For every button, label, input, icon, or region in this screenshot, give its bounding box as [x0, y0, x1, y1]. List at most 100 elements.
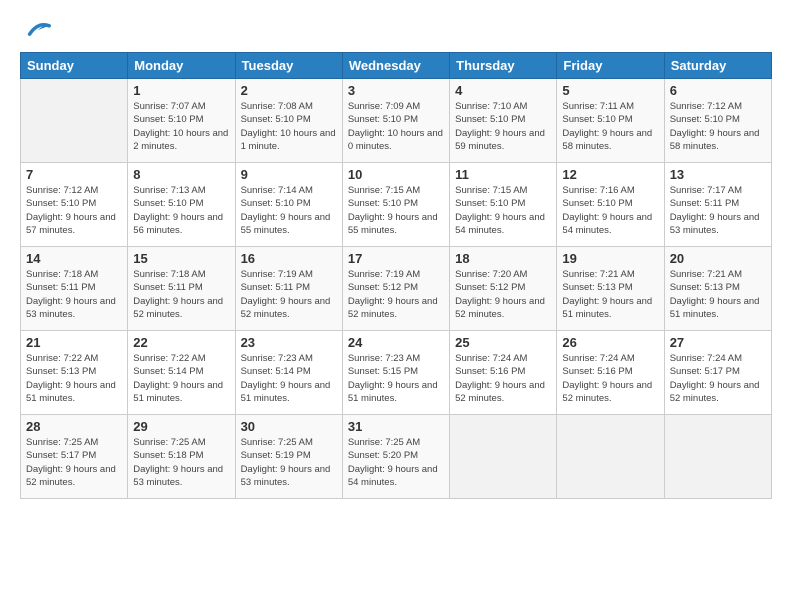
header-day-saturday: Saturday: [664, 53, 771, 79]
week-row-1: 7Sunrise: 7:12 AMSunset: 5:10 PMDaylight…: [21, 163, 772, 247]
day-number: 31: [348, 419, 444, 434]
day-number: 14: [26, 251, 122, 266]
calendar-cell: 18 Sunrise: 7:20 AMSunset: 5:12 PMDayligh…: [450, 247, 557, 331]
calendar-cell: [664, 415, 771, 499]
header-day-sunday: Sunday: [21, 53, 128, 79]
week-row-0: 1 Sunrise: 7:07 AMSunset: 5:10 PMDaylight…: [21, 79, 772, 163]
day-number: 25: [455, 335, 551, 350]
day-info: Sunrise: 7:19 AMSunset: 5:12 PMDaylight:…: [348, 268, 444, 321]
day-info: Sunrise: 7:09 AMSunset: 5:10 PMDaylight:…: [348, 100, 444, 153]
calendar-cell: 2 Sunrise: 7:08 AMSunset: 5:10 PMDaylight…: [235, 79, 342, 163]
calendar-cell: 31 Sunrise: 7:25 AMSunset: 5:20 PMDayligh…: [342, 415, 449, 499]
day-info: Sunrise: 7:19 AMSunset: 5:11 PMDaylight:…: [241, 268, 337, 321]
day-number: 10: [348, 167, 444, 182]
day-info: Sunrise: 7:25 AMSunset: 5:17 PMDaylight:…: [26, 436, 122, 489]
day-info: Sunrise: 7:25 AMSunset: 5:20 PMDaylight:…: [348, 436, 444, 489]
day-info: Sunrise: 7:25 AMSunset: 5:19 PMDaylight:…: [241, 436, 337, 489]
calendar-cell: 22 Sunrise: 7:22 AMSunset: 5:14 PMDayligh…: [128, 331, 235, 415]
calendar-cell: 6Sunrise: 7:12 AMSunset: 5:10 PMDaylight…: [664, 79, 771, 163]
header-day-wednesday: Wednesday: [342, 53, 449, 79]
day-info: Sunrise: 7:18 AMSunset: 5:11 PMDaylight:…: [133, 268, 229, 321]
header: [20, 16, 772, 44]
day-info: Sunrise: 7:20 AMSunset: 5:12 PMDaylight:…: [455, 268, 551, 321]
calendar-cell: 1 Sunrise: 7:07 AMSunset: 5:10 PMDaylight…: [128, 79, 235, 163]
calendar-cell: 25 Sunrise: 7:24 AMSunset: 5:16 PMDayligh…: [450, 331, 557, 415]
day-info: Sunrise: 7:24 AMSunset: 5:16 PMDaylight:…: [562, 352, 658, 405]
day-number: 29: [133, 419, 229, 434]
day-number: 3: [348, 83, 444, 98]
day-info: Sunrise: 7:11 AMSunset: 5:10 PMDaylight:…: [562, 100, 658, 153]
calendar-cell: 9 Sunrise: 7:14 AMSunset: 5:10 PMDaylight…: [235, 163, 342, 247]
day-info: Sunrise: 7:24 AMSunset: 5:17 PMDaylight:…: [670, 352, 766, 405]
header-day-friday: Friday: [557, 53, 664, 79]
day-info: Sunrise: 7:10 AMSunset: 5:10 PMDaylight:…: [455, 100, 551, 153]
day-number: 6: [670, 83, 766, 98]
calendar-cell: [21, 79, 128, 163]
day-number: 18: [455, 251, 551, 266]
logo-icon: [24, 16, 52, 44]
day-info: Sunrise: 7:14 AMSunset: 5:10 PMDaylight:…: [241, 184, 337, 237]
calendar-cell: 13 Sunrise: 7:17 AMSunset: 5:11 PMDayligh…: [664, 163, 771, 247]
calendar-cell: 10Sunrise: 7:15 AMSunset: 5:10 PMDayligh…: [342, 163, 449, 247]
day-number: 13: [670, 167, 766, 182]
day-number: 12: [562, 167, 658, 182]
calendar-cell: 8Sunrise: 7:13 AMSunset: 5:10 PMDaylight…: [128, 163, 235, 247]
day-number: 16: [241, 251, 337, 266]
day-number: 15: [133, 251, 229, 266]
day-info: Sunrise: 7:13 AMSunset: 5:10 PMDaylight:…: [133, 184, 229, 237]
calendar-cell: [450, 415, 557, 499]
calendar-cell: 12 Sunrise: 7:16 AMSunset: 5:10 PMDayligh…: [557, 163, 664, 247]
calendar-cell: 27 Sunrise: 7:24 AMSunset: 5:17 PMDayligh…: [664, 331, 771, 415]
week-row-3: 21Sunrise: 7:22 AMSunset: 5:13 PMDayligh…: [21, 331, 772, 415]
day-number: 11: [455, 167, 551, 182]
day-number: 17: [348, 251, 444, 266]
day-info: Sunrise: 7:23 AMSunset: 5:15 PMDaylight:…: [348, 352, 444, 405]
day-info: Sunrise: 7:15 AMSunset: 5:10 PMDaylight:…: [455, 184, 551, 237]
calendar-cell: 28 Sunrise: 7:25 AMSunset: 5:17 PMDayligh…: [21, 415, 128, 499]
calendar-cell: 3 Sunrise: 7:09 AMSunset: 5:10 PMDaylight…: [342, 79, 449, 163]
day-info: Sunrise: 7:24 AMSunset: 5:16 PMDaylight:…: [455, 352, 551, 405]
day-info: Sunrise: 7:18 AMSunset: 5:11 PMDaylight:…: [26, 268, 122, 321]
calendar-cell: 20 Sunrise: 7:21 AMSunset: 5:13 PMDayligh…: [664, 247, 771, 331]
header-day-monday: Monday: [128, 53, 235, 79]
calendar-body: 1 Sunrise: 7:07 AMSunset: 5:10 PMDaylight…: [21, 79, 772, 499]
day-info: Sunrise: 7:08 AMSunset: 5:10 PMDaylight:…: [241, 100, 337, 153]
header-row: SundayMondayTuesdayWednesdayThursdayFrid…: [21, 53, 772, 79]
header-day-thursday: Thursday: [450, 53, 557, 79]
calendar-cell: 17 Sunrise: 7:19 AMSunset: 5:12 PMDayligh…: [342, 247, 449, 331]
day-number: 9: [241, 167, 337, 182]
day-number: 28: [26, 419, 122, 434]
calendar-cell: 5Sunrise: 7:11 AMSunset: 5:10 PMDaylight…: [557, 79, 664, 163]
day-info: Sunrise: 7:22 AMSunset: 5:14 PMDaylight:…: [133, 352, 229, 405]
day-info: Sunrise: 7:23 AMSunset: 5:14 PMDaylight:…: [241, 352, 337, 405]
page: SundayMondayTuesdayWednesdayThursdayFrid…: [0, 0, 792, 612]
calendar-cell: 21Sunrise: 7:22 AMSunset: 5:13 PMDayligh…: [21, 331, 128, 415]
day-info: Sunrise: 7:12 AMSunset: 5:10 PMDaylight:…: [26, 184, 122, 237]
day-info: Sunrise: 7:21 AMSunset: 5:13 PMDaylight:…: [562, 268, 658, 321]
calendar-cell: 14 Sunrise: 7:18 AMSunset: 5:11 PMDayligh…: [21, 247, 128, 331]
calendar-cell: [557, 415, 664, 499]
day-number: 27: [670, 335, 766, 350]
calendar-cell: 30 Sunrise: 7:25 AMSunset: 5:19 PMDayligh…: [235, 415, 342, 499]
day-number: 2: [241, 83, 337, 98]
calendar-cell: 11 Sunrise: 7:15 AMSunset: 5:10 PMDayligh…: [450, 163, 557, 247]
day-info: Sunrise: 7:07 AMSunset: 5:10 PMDaylight:…: [133, 100, 229, 153]
calendar-table: SundayMondayTuesdayWednesdayThursdayFrid…: [20, 52, 772, 499]
day-number: 22: [133, 335, 229, 350]
day-number: 20: [670, 251, 766, 266]
week-row-2: 14 Sunrise: 7:18 AMSunset: 5:11 PMDayligh…: [21, 247, 772, 331]
day-info: Sunrise: 7:21 AMSunset: 5:13 PMDaylight:…: [670, 268, 766, 321]
calendar-cell: 15 Sunrise: 7:18 AMSunset: 5:11 PMDayligh…: [128, 247, 235, 331]
day-number: 23: [241, 335, 337, 350]
logo: [20, 16, 52, 44]
calendar-cell: 24Sunrise: 7:23 AMSunset: 5:15 PMDayligh…: [342, 331, 449, 415]
day-number: 19: [562, 251, 658, 266]
calendar-cell: 19 Sunrise: 7:21 AMSunset: 5:13 PMDayligh…: [557, 247, 664, 331]
header-day-tuesday: Tuesday: [235, 53, 342, 79]
day-number: 1: [133, 83, 229, 98]
calendar-header: SundayMondayTuesdayWednesdayThursdayFrid…: [21, 53, 772, 79]
day-number: 30: [241, 419, 337, 434]
day-info: Sunrise: 7:22 AMSunset: 5:13 PMDaylight:…: [26, 352, 122, 405]
day-info: Sunrise: 7:16 AMSunset: 5:10 PMDaylight:…: [562, 184, 658, 237]
day-info: Sunrise: 7:17 AMSunset: 5:11 PMDaylight:…: [670, 184, 766, 237]
